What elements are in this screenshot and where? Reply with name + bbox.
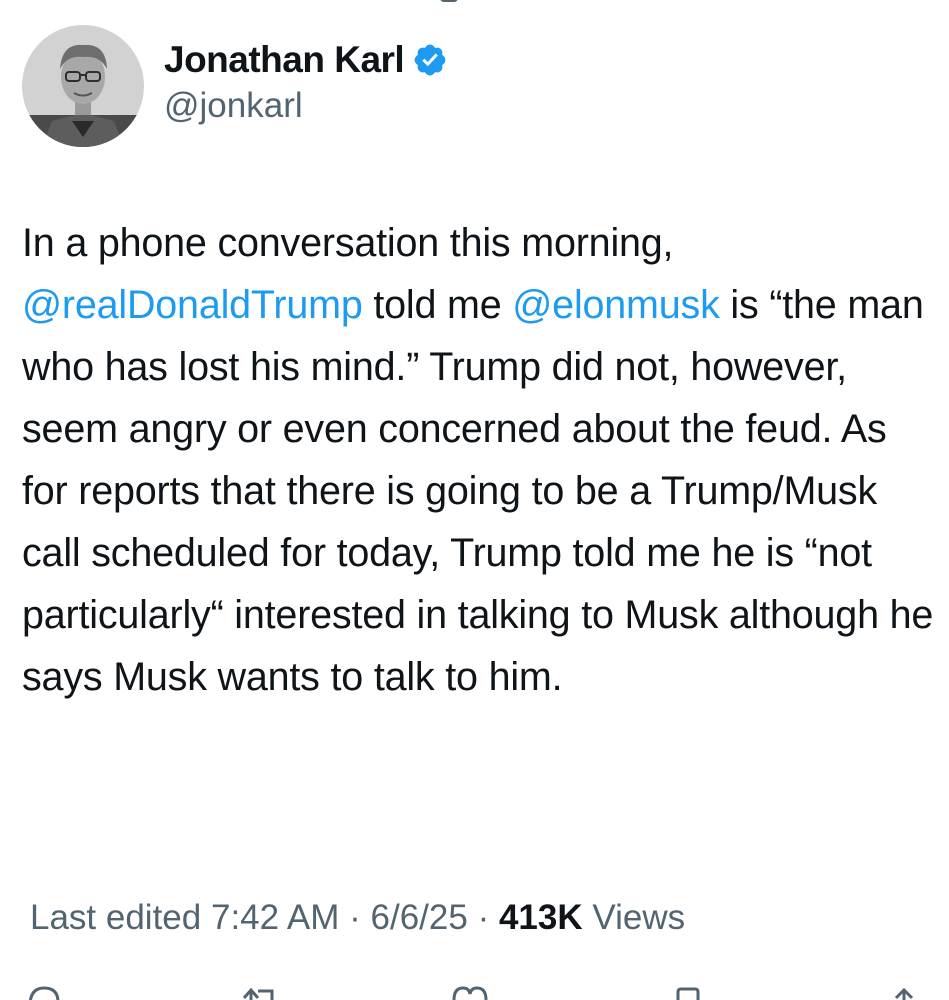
tweet-text-segment: told me xyxy=(362,283,513,327)
tweet-text: In a phone conversation this morning, @r… xyxy=(22,212,934,708)
tweet-author[interactable]: Jonathan Karl @jonkarl xyxy=(22,24,448,148)
tweet-page: Jonathan Karl @jonkarl In a phone conver… xyxy=(0,0,949,1000)
like-icon[interactable] xyxy=(450,984,490,1000)
tweet-text-segment: In a phone conversation this morning, xyxy=(22,221,674,265)
views-count[interactable]: 413K xyxy=(499,898,583,937)
edited-label[interactable]: Last edited xyxy=(30,898,201,937)
tweet-metadata: Last edited 7:42 AM · 6/6/25 · 413K View… xyxy=(30,898,685,938)
mention-link-elonmusk[interactable]: @elonmusk xyxy=(512,283,720,327)
separator: · xyxy=(477,898,490,937)
author-display-name[interactable]: Jonathan Karl xyxy=(164,38,405,82)
author-names: Jonathan Karl @jonkarl xyxy=(164,38,448,128)
views-label[interactable]: Views xyxy=(592,898,685,937)
author-handle[interactable]: @jonkarl xyxy=(164,84,448,128)
share-icon[interactable] xyxy=(884,984,924,1000)
action-bar xyxy=(0,984,949,1000)
tweet-text-segment: is “the man who has lost his mind.” Trum… xyxy=(22,283,934,699)
tweet-date[interactable]: 6/6/25 xyxy=(371,898,468,937)
repost-icon[interactable] xyxy=(238,984,282,1000)
separator: · xyxy=(349,898,361,937)
top-cropped-element xyxy=(440,0,458,2)
tweet-time[interactable]: 7:42 AM xyxy=(211,898,339,937)
avatar[interactable] xyxy=(22,25,144,147)
bookmark-icon[interactable] xyxy=(670,984,706,1000)
name-row: Jonathan Karl xyxy=(164,38,448,82)
mention-link-realdonaldtrump[interactable]: @realDonaldTrump xyxy=(22,283,363,327)
reply-icon[interactable] xyxy=(24,984,64,1000)
verified-badge-icon[interactable] xyxy=(412,42,448,78)
